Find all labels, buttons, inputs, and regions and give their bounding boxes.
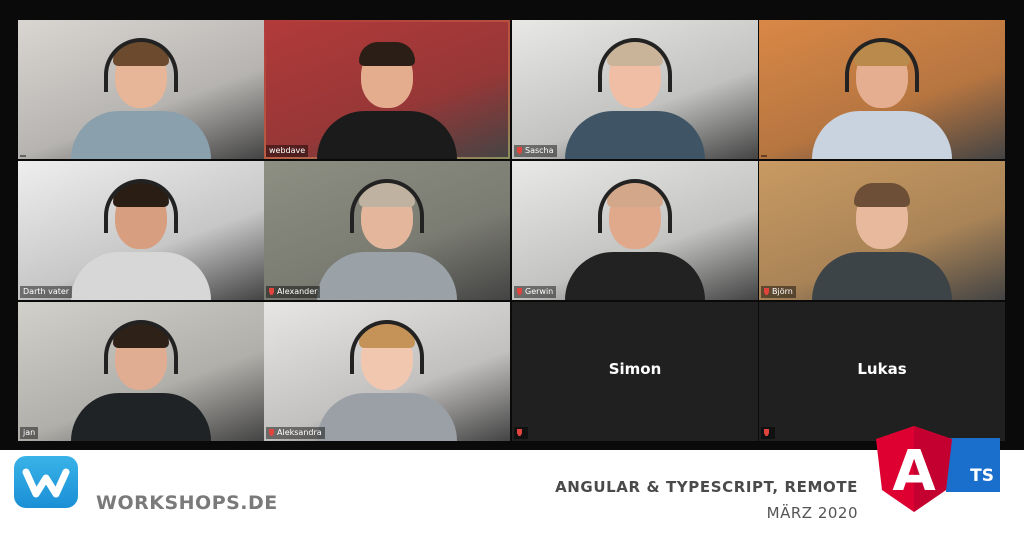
- mic-muted-icon: [269, 288, 274, 295]
- participant-name-text: webdave: [269, 146, 306, 155]
- participant-center-name: Lukas: [857, 360, 907, 378]
- typescript-logo-icon: TS: [946, 438, 1000, 492]
- typescript-label: TS: [970, 466, 994, 486]
- participant-tile[interactable]: Sascha: [512, 20, 758, 159]
- participant-name-text: Alexander: [277, 287, 318, 296]
- participant-tile[interactable]: [759, 20, 1005, 159]
- participant-tile[interactable]: Alexander: [264, 161, 510, 300]
- brand-name: WORKSHOPS.DE: [96, 492, 278, 514]
- participant-name-label: jan: [20, 427, 39, 439]
- participant-name-label: Sascha: [514, 145, 557, 157]
- participant-name-label: Darth vater: [20, 286, 73, 298]
- participant-tile[interactable]: Aleksandra: [264, 302, 510, 441]
- participant-name-text: Gerwin: [525, 287, 554, 296]
- participant-center-name: Simon: [608, 360, 662, 378]
- participant-name-label: Alexander: [266, 286, 321, 298]
- participant-name-label: webdave: [266, 145, 309, 157]
- workshops-logo-icon: [14, 456, 78, 508]
- angular-letter: A: [892, 439, 936, 504]
- participant-tile[interactable]: [18, 20, 264, 159]
- participant-tile[interactable]: Simon: [512, 302, 758, 441]
- participant-name-label: [20, 155, 26, 157]
- participant-name-text: Björn: [772, 287, 793, 296]
- participant-name-text: Sascha: [525, 146, 554, 155]
- participant-name-text: Aleksandra: [277, 428, 322, 437]
- mic-muted-icon: [764, 429, 769, 436]
- video-grid: webdave Sascha Darth vater Alexander Gerwin B…: [0, 0, 1024, 450]
- participant-tile[interactable]: webdave: [264, 20, 510, 159]
- mic-muted-icon: [517, 429, 522, 436]
- participant-hair: [359, 42, 415, 66]
- event-date: MÄRZ 2020: [766, 504, 858, 522]
- participant-tile[interactable]: jan: [18, 302, 264, 441]
- participant-name-label: [514, 427, 528, 439]
- mic-muted-icon: [517, 147, 522, 154]
- participant-tile[interactable]: Lukas: [759, 302, 1005, 441]
- participant-tile[interactable]: Björn: [759, 161, 1005, 300]
- participant-tile[interactable]: Darth vater: [18, 161, 264, 300]
- participant-name-label: [761, 427, 775, 439]
- participant-name-label: Björn: [761, 286, 796, 298]
- mic-muted-icon: [517, 288, 522, 295]
- participant-name-label: Aleksandra: [266, 427, 325, 439]
- mic-muted-icon: [764, 288, 769, 295]
- participant-hair: [854, 183, 910, 207]
- event-title: ANGULAR & TYPESCRIPT, REMOTE: [555, 478, 858, 496]
- angular-logo-icon: A: [876, 426, 952, 512]
- participant-tile[interactable]: Gerwin: [512, 161, 758, 300]
- mic-muted-icon: [269, 429, 274, 436]
- participant-name-label: Gerwin: [514, 286, 557, 298]
- participant-name-text: Darth vater: [23, 287, 70, 296]
- participant-name-label: [761, 155, 767, 157]
- participant-name-text: jan: [23, 428, 36, 437]
